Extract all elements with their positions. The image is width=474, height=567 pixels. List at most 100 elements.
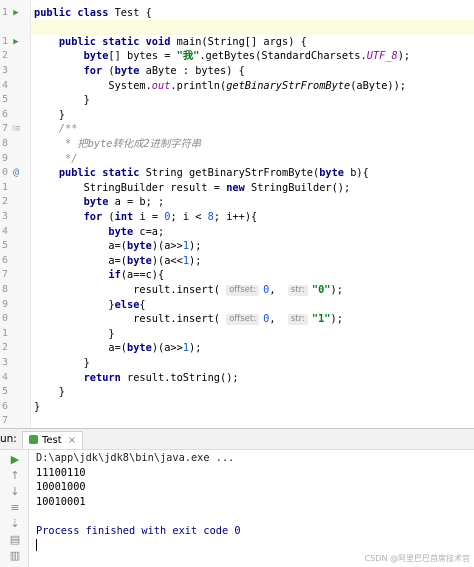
watermark: CSDN @阿里巴巴首席技术官 xyxy=(364,554,470,563)
code-line[interactable]: 4 return result.toString(); xyxy=(0,371,474,386)
code-line[interactable]: 3 for (int i = 0; i < 8; i++){ xyxy=(0,210,474,225)
scroll-end-icon[interactable]: ⇣ xyxy=(9,518,21,530)
line-number: 3 xyxy=(1,211,8,222)
code-token: } xyxy=(34,327,115,340)
down-arrow-icon[interactable]: ↓ xyxy=(9,486,21,498)
code-token: * 把byte转化成2进制字符串 xyxy=(34,138,202,150)
code-token: , xyxy=(269,313,288,326)
code-line[interactable]: 7 ⁝≡ /** xyxy=(0,122,474,137)
code-token: Test { xyxy=(114,6,152,19)
up-arrow-icon[interactable]: ↑ xyxy=(9,470,21,482)
code-text: } xyxy=(34,108,65,123)
run-gutter-icon[interactable]: ▶ xyxy=(11,6,21,21)
line-number: 4 xyxy=(1,225,8,237)
code-line[interactable]: 8 result.insert( offset: 0, str: "0"); xyxy=(0,283,474,298)
code-line[interactable]: 4 byte c=a; xyxy=(0,225,474,240)
code-token: result.toString(); xyxy=(127,371,239,384)
line-number: 5 xyxy=(1,94,8,106)
code-line[interactable] xyxy=(0,20,474,35)
code-text: * 把byte转化成2进制字符串 xyxy=(34,137,201,152)
run-panel-header: un: Test × xyxy=(0,429,474,450)
code-text: result.insert( offset: 0, str: "0"); xyxy=(34,283,343,298)
code-line[interactable]: 7 xyxy=(0,414,474,428)
code-line[interactable]: 3 } xyxy=(0,356,474,371)
code-token: byte xyxy=(83,50,109,63)
line-number: 6 xyxy=(1,254,8,266)
code-line[interactable]: 1 ▶ public class Test { xyxy=(0,6,474,21)
console-caret xyxy=(36,539,241,554)
code-token: byte xyxy=(127,342,152,355)
run-config-icon xyxy=(29,435,38,444)
code-line[interactable]: 1 } xyxy=(0,327,474,342)
code-token: ); xyxy=(330,284,343,296)
code-line[interactable]: 5 a=(byte)(a>>1); xyxy=(0,239,474,254)
line-number: 2 xyxy=(1,50,8,62)
code-line[interactable]: 0 result.insert( offset: 0, str: "1"); xyxy=(0,312,474,327)
tab-test[interactable]: Test × xyxy=(22,431,84,449)
code-line[interactable]: 2 byte[] bytes = "我".getBytes(StandardCh… xyxy=(0,49,474,64)
code-line[interactable]: 3 for (byte aByte : bytes) { xyxy=(0,64,474,79)
code-line[interactable]: 1 StringBuilder result = new StringBuild… xyxy=(0,181,474,196)
code-token: a=( xyxy=(34,254,127,267)
code-token: result.insert( xyxy=(34,313,227,326)
line-number: 2 xyxy=(1,196,8,208)
code-token: for xyxy=(83,65,109,77)
code-line[interactable]: 4 System.out.println(getBinaryStrFromByt… xyxy=(0,79,474,94)
code-text: a=(byte)(a>>1); xyxy=(34,239,201,254)
code-line[interactable]: 9 }else{ xyxy=(0,298,474,313)
tab-label: Test xyxy=(42,435,62,446)
code-token: } xyxy=(34,400,41,413)
run-gutter-icon[interactable]: ▶ xyxy=(11,35,21,50)
code-line[interactable]: 2 byte a = b; ; xyxy=(0,195,474,210)
line-number: 1 xyxy=(1,181,8,193)
code-token: byte xyxy=(319,167,351,180)
code-line[interactable]: 5 } xyxy=(0,93,474,108)
code-line[interactable]: 6} xyxy=(0,400,474,415)
current-line-highlight xyxy=(31,20,474,35)
print-icon[interactable]: ▤ xyxy=(9,534,21,546)
code-line[interactable]: 7 if(a==c){ xyxy=(0,268,474,283)
code-text: byte c=a; xyxy=(34,225,164,240)
line-number: 9 xyxy=(1,298,8,310)
run-toolbar: ▶ ↑ ↓ ≡ ⇣ ▤ ▥ xyxy=(0,450,29,567)
parameter-hint: offset: xyxy=(226,314,260,326)
code-text: } xyxy=(34,327,115,342)
code-line[interactable]: 9 */ xyxy=(0,152,474,167)
code-token: main(String[] args) { xyxy=(176,35,307,48)
line-number: 8 xyxy=(1,284,8,295)
code-token: int xyxy=(114,211,140,223)
code-text: a=(byte)(a>>1); xyxy=(34,341,201,356)
code-token: System. xyxy=(34,79,152,92)
parameter-hint: offset: xyxy=(226,285,260,296)
code-token: a=( xyxy=(34,342,127,355)
code-line[interactable]: 6 a=(byte)(a<<1); xyxy=(0,254,474,269)
code-token: UTF_8 xyxy=(366,50,398,63)
code-line[interactable]: 0 @ public static String getBinaryStrFrom… xyxy=(0,166,474,181)
console-output[interactable]: D:\app\jdk\jdk8\bin\java.exe ... 11100110… xyxy=(36,451,241,554)
trash-icon[interactable]: ▥ xyxy=(9,550,21,562)
code-token: */ xyxy=(34,152,78,165)
code-text: for (byte aByte : bytes) { xyxy=(34,64,245,79)
code-line[interactable]: 1 ▶ public static void main(String[] args… xyxy=(0,35,474,50)
code-line[interactable]: 8 * 把byte转化成2进制字符串 xyxy=(0,137,474,152)
code-text: a=(byte)(a<<1); xyxy=(34,254,201,269)
code-token: c=a; xyxy=(139,225,165,238)
code-line[interactable]: 2 a=(byte)(a>>1); xyxy=(0,341,474,356)
code-token: (aByte)); xyxy=(350,79,406,92)
soft-wrap-icon[interactable]: ≡ xyxy=(9,502,21,514)
code-text: public static void main(String[] args) { xyxy=(34,35,307,50)
console-line: 10001000 xyxy=(36,481,86,494)
line-number: 8 xyxy=(1,138,8,149)
code-token: StringBuilder(); xyxy=(251,181,351,194)
code-area[interactable]: 1 ▶ public class Test {1 ▶ public static vo… xyxy=(0,0,474,428)
rerun-icon[interactable]: ▶ xyxy=(9,454,21,466)
code-editor[interactable]: 1 ▶ public class Test {1 ▶ public static vo… xyxy=(0,0,474,428)
code-token: ); xyxy=(330,313,343,326)
code-token: public static void xyxy=(58,35,177,48)
code-token: byte xyxy=(127,254,152,267)
close-icon[interactable]: × xyxy=(68,435,76,446)
code-token: byte xyxy=(127,240,152,253)
code-line[interactable]: 5 } xyxy=(0,385,474,400)
code-line[interactable]: 6 } xyxy=(0,108,474,123)
line-number: 1 xyxy=(1,327,8,339)
